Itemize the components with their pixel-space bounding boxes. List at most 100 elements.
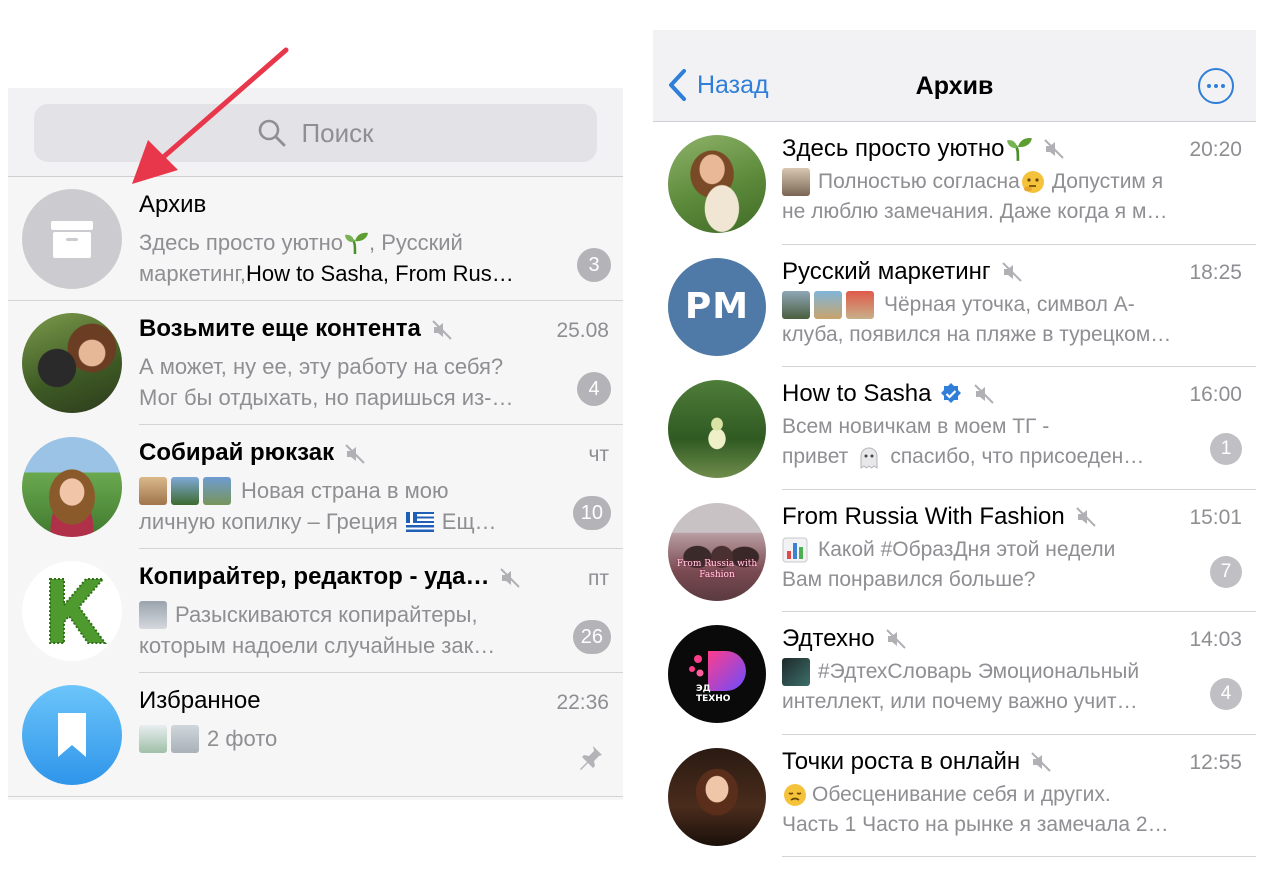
chat-title: Архив: [139, 191, 207, 218]
preview-line: привет: [782, 445, 849, 468]
verified-badge-icon: [941, 383, 962, 403]
archive-panel: Назад Архив Здесь просто уютно 20:20 Пол…: [653, 30, 1256, 860]
page-title: Архив: [915, 72, 994, 100]
preview-line: Разыскиваются копирайтеры,: [175, 602, 478, 627]
chat-title: Русский маркетинг: [782, 257, 991, 285]
mute-icon: [1076, 506, 1096, 527]
photo-thumbnail: [139, 724, 167, 753]
mute-icon: [885, 629, 906, 649]
preview-line: Всем новичкам в моем ТГ -: [782, 415, 1050, 438]
photo-thumbnail: [782, 658, 810, 686]
logo-text: ТЕХНО: [696, 694, 731, 704]
search-icon: [259, 119, 286, 147]
preview-line: #ЭдтехСловарь Эмоциональный: [818, 660, 1140, 683]
mute-icon: [974, 384, 995, 404]
preview-line: Вам понравился больше?: [782, 567, 1036, 591]
chat-time: пт: [588, 567, 609, 590]
unread-badge: 10: [572, 496, 611, 530]
mute-icon: [1031, 751, 1051, 772]
seedling-icon: [344, 232, 368, 254]
chat-title: Собирай рюкзак: [139, 439, 335, 466]
navigation-bar: Назад Архив: [653, 30, 1256, 122]
avatar: [668, 747, 766, 846]
thinking-face-icon: [1021, 171, 1044, 193]
chat-title: Эдтехно: [782, 625, 875, 652]
preview-line: которым надоели случайные зак…: [139, 633, 496, 658]
divider: [8, 796, 623, 797]
preview-line: маркетинг,: [139, 261, 246, 286]
chat-time: 12:55: [1189, 750, 1242, 774]
mute-icon: [500, 567, 521, 588]
chat-row[interactable]: Копирайтер, редактор - уда… пт Разыскива…: [8, 549, 623, 673]
photo-thumbnail: [139, 476, 167, 505]
chat-preview: Чёрная уточка, символ А- клуба, появился…: [782, 290, 1212, 350]
chat-row[interactable]: Здесь просто уютно 20:20 Полностью согла…: [653, 122, 1256, 245]
preview-line: спасибо, что присоеден…: [890, 445, 1145, 468]
avatar-caption: Fashion: [699, 569, 735, 580]
chat-time: 18:25: [1189, 260, 1242, 284]
ghost-icon: [860, 447, 878, 469]
photo-thumbnail: [203, 476, 231, 505]
mute-icon: [432, 319, 452, 340]
chat-preview: 2 фото: [139, 723, 569, 754]
chat-row[interactable]: How to Sasha 16:00 Всем новичкам в моем …: [653, 367, 1256, 490]
saved-messages-avatar: [22, 685, 122, 785]
preview-line: Часть 1 Часто на рынке я замечала 2…: [782, 812, 1169, 836]
preview-line: Здесь просто уютно: [139, 230, 343, 255]
dot: [1221, 84, 1225, 88]
avatar: [22, 437, 122, 537]
preview-line: Мог бы отдыхать, но паришься из-…: [139, 385, 514, 410]
preview-line: Полностью согласна: [818, 170, 1020, 193]
divider: [782, 856, 1256, 857]
unread-badge: 4: [1210, 678, 1242, 710]
search-input[interactable]: Поиск: [34, 104, 597, 162]
chat-row[interactable]: ЭД ТЕХНО Эдтехно 14:03 #ЭдтехСловарь Эмо…: [653, 612, 1256, 735]
chat-row[interactable]: From Russia with Fashion From Russia Wit…: [653, 490, 1256, 612]
chat-time: 16:00: [1189, 383, 1242, 406]
seedling-icon: [1006, 137, 1032, 161]
chat-title: Копирайтер, редактор - уда…: [139, 563, 490, 590]
chat-row[interactable]: Точки роста в онлайн 12:55 Обесценивание…: [653, 735, 1256, 857]
preview-line: Чёрная уточка, символ А-: [884, 292, 1135, 316]
preview-line: интеллект, или почему важно учит…: [782, 690, 1138, 713]
chat-title: Точки роста в онлайн: [782, 747, 1021, 775]
chat-time: 25.08: [556, 319, 609, 342]
chat-title: Возьмите еще контента: [139, 315, 421, 342]
chat-preview: Разыскиваются копирайтеры, которым надое…: [139, 599, 569, 661]
chat-row[interactable]: Собирай рюкзак чт Новая страна в мою лич…: [8, 425, 623, 549]
chat-preview: Полностью согласна Допустим я не люблю з…: [782, 167, 1212, 227]
chat-row[interactable]: Возьмите еще контента 25.08 А может, ну …: [8, 301, 623, 425]
search-header: Поиск: [8, 88, 623, 177]
chat-preview: Здесь просто уютно , Русский маркетинг, …: [139, 227, 569, 289]
preview-line: Какой #ОбразДня этой недели: [818, 537, 1116, 561]
preview-line: Ещ…: [441, 509, 497, 534]
photo-thumbnail: [171, 724, 199, 753]
chat-row[interactable]: Избранное 22:36 2 фото: [8, 673, 623, 797]
photo-thumbnail: [171, 476, 199, 505]
chat-preview: Обесценивание себя и других. Часть 1 Час…: [782, 780, 1212, 840]
unread-badge: 26: [572, 620, 611, 654]
dot: [1207, 84, 1211, 88]
video-thumbnail: [782, 168, 810, 196]
archive-box-icon: [51, 221, 93, 258]
pensive-face-icon: [784, 783, 806, 806]
photo-thumbnail: [782, 290, 810, 319]
dot: [1214, 84, 1218, 88]
avatar: ЭД ТЕХНО: [668, 625, 766, 723]
chat-time: 20:20: [1189, 138, 1242, 161]
chat-time: 15:01: [1189, 505, 1242, 529]
chat-title: How to Sasha: [782, 380, 932, 407]
avatar-logo-text: PM: [684, 286, 750, 327]
photo-thumbnail: [846, 290, 874, 319]
chat-list-panel: Поиск Архив Здесь просто уютно , Русский…: [8, 88, 623, 800]
avatar: [22, 313, 122, 413]
preview-line: клуба, появился на пляже в турецком…: [782, 322, 1172, 346]
photo-thumbnail: [139, 600, 167, 629]
preview-line: не люблю замечания. Даже когда я м…: [782, 200, 1168, 223]
chat-preview: Какой #ОбразДня этой недели Вам понравил…: [782, 535, 1212, 595]
more-options-button[interactable]: [1198, 68, 1234, 104]
chat-row[interactable]: PM Русский маркетинг 18:25 Чёрная уточка…: [653, 245, 1256, 367]
logo-text: ЭД: [696, 684, 711, 694]
preview-line: , Русский: [368, 230, 463, 255]
chat-row-archive[interactable]: Архив Здесь просто уютно , Русский марке…: [8, 177, 623, 301]
